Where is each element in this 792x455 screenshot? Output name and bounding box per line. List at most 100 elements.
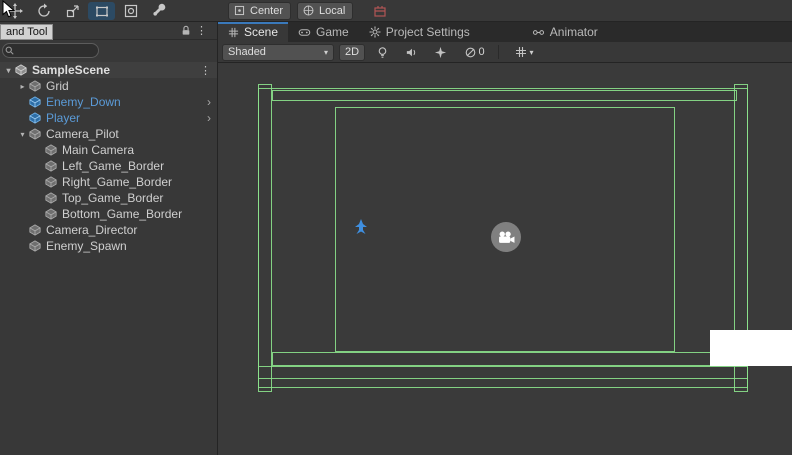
hierarchy-item-grid[interactable]: ▸ Grid bbox=[0, 78, 217, 94]
scene-effects-button[interactable] bbox=[428, 44, 452, 61]
hierarchy-item-right-game-border[interactable]: Right_Game_Border bbox=[0, 174, 217, 190]
item-label: Main Camera bbox=[62, 143, 135, 157]
rotate-tool-icon bbox=[37, 3, 50, 17]
scale-tool-icon bbox=[66, 4, 79, 17]
orientation-mode-label: Local bbox=[319, 4, 346, 17]
item-label: Right_Game_Border bbox=[62, 175, 173, 189]
expanded-arrow-icon[interactable]: ▾ bbox=[16, 130, 29, 139]
gameobject-icon bbox=[29, 80, 42, 93]
item-label: Enemy_Down bbox=[46, 95, 121, 109]
tab-scene[interactable]: Scene bbox=[218, 22, 289, 42]
rotate-tool-button[interactable] bbox=[30, 2, 57, 20]
hierarchy-item-main-camera[interactable]: Main Camera bbox=[0, 142, 217, 158]
prefab-open-chevron-icon[interactable]: › bbox=[207, 111, 211, 125]
scene-visibility-button[interactable]: 0 bbox=[457, 44, 491, 61]
hierarchy-header: and Tool ⋮ bbox=[0, 22, 217, 40]
expanded-arrow-icon[interactable]: ▾ bbox=[2, 66, 15, 75]
collapsed-arrow-icon[interactable]: ▸ bbox=[16, 82, 29, 91]
camera-icon bbox=[498, 230, 514, 243]
camera-gizmo[interactable] bbox=[491, 222, 521, 252]
player-sprite[interactable] bbox=[353, 218, 369, 235]
item-label: Left_Game_Border bbox=[62, 159, 165, 173]
main-toolbar: Center Local bbox=[0, 0, 792, 22]
item-label: Top_Game_Border bbox=[62, 191, 164, 205]
2d-label: 2D bbox=[345, 46, 360, 58]
tab-label: Scene bbox=[244, 25, 279, 39]
panel-menu-icon[interactable]: ⋮ bbox=[196, 24, 207, 37]
gameobject-icon bbox=[45, 208, 58, 221]
hierarchy-item-bottom-game-border[interactable]: Bottom_Game_Border bbox=[0, 206, 217, 222]
hierarchy-item-left-game-border[interactable]: Left_Game_Border bbox=[0, 158, 217, 174]
scene-options-icon[interactable]: ⋮ bbox=[200, 64, 211, 77]
speaker-icon bbox=[406, 48, 415, 56]
orientation-mode-button[interactable]: Local bbox=[297, 1, 354, 20]
gameobject-icon bbox=[45, 160, 58, 173]
hierarchy-item-camera-director[interactable]: Camera_Director bbox=[0, 222, 217, 238]
transform-tool-icon bbox=[124, 4, 137, 17]
tab-game[interactable]: Game bbox=[288, 22, 359, 42]
bottom-outer-border-gizmo bbox=[258, 366, 748, 379]
snap-settings-button[interactable] bbox=[366, 2, 393, 20]
2d-toggle-button[interactable]: 2D bbox=[339, 43, 366, 61]
prefab-icon bbox=[29, 112, 42, 125]
lock-icon[interactable] bbox=[181, 25, 191, 36]
hierarchy-item-camera-pilot[interactable]: ▾ Camera_Pilot bbox=[0, 126, 217, 142]
hidden-objects-count: 0 bbox=[478, 46, 485, 58]
gear-icon bbox=[369, 26, 381, 38]
rect-tool-button[interactable] bbox=[88, 1, 115, 20]
gameobject-icon bbox=[45, 192, 58, 205]
hierarchy-search-input[interactable] bbox=[2, 42, 99, 58]
tab-label: Game bbox=[316, 25, 349, 39]
white-overlay-box bbox=[710, 330, 792, 366]
custom-tool-button[interactable] bbox=[146, 2, 173, 20]
search-icon bbox=[5, 46, 14, 55]
mouse-cursor-icon bbox=[2, 0, 16, 18]
top-game-border-gizmo bbox=[272, 90, 737, 101]
scene-icon bbox=[15, 64, 28, 77]
gameobject-icon bbox=[29, 128, 42, 141]
hierarchy-item-enemy-spawn[interactable]: Enemy_Spawn bbox=[0, 238, 217, 254]
tab-animator[interactable]: Animator bbox=[521, 22, 608, 42]
scene-view-toolbar: Shaded ▾ 2D 0 ▾ bbox=[218, 42, 792, 63]
pivot-center-icon bbox=[234, 5, 245, 16]
pivot-mode-label: Center bbox=[250, 4, 284, 17]
prefab-open-chevron-icon[interactable]: › bbox=[207, 95, 211, 109]
scene-lighting-button[interactable] bbox=[370, 44, 394, 61]
scene-audio-button[interactable] bbox=[399, 44, 423, 61]
item-label: Player bbox=[46, 111, 81, 125]
scene-view-panel: Scene Game Project Settings Animator Sha… bbox=[218, 22, 792, 455]
hierarchy-item-player[interactable]: Player › bbox=[0, 110, 217, 126]
draw-mode-dropdown[interactable]: Shaded ▾ bbox=[222, 43, 334, 61]
game-tab-icon bbox=[298, 28, 311, 36]
scene-viewport[interactable] bbox=[218, 63, 792, 455]
effects-star-icon bbox=[434, 46, 446, 58]
eye-off-icon bbox=[465, 47, 475, 57]
tab-project-settings[interactable]: Project Settings bbox=[358, 22, 480, 42]
item-label: Camera_Pilot bbox=[46, 127, 119, 141]
scene-row-samplescene[interactable]: ▾ SampleScene ⋮ bbox=[0, 62, 217, 78]
scale-tool-button[interactable] bbox=[59, 2, 86, 20]
tab-label: Project Settings bbox=[385, 25, 470, 39]
hierarchy-item-enemy-down[interactable]: Enemy_Down › bbox=[0, 94, 217, 110]
hierarchy-tree: ▾ SampleScene ⋮ ▸ Grid Enemy_Down › Play… bbox=[0, 62, 217, 254]
lightbulb-icon bbox=[378, 46, 386, 58]
hierarchy-item-top-game-border[interactable]: Top_Game_Border bbox=[0, 190, 217, 206]
gameobject-icon bbox=[45, 144, 58, 157]
scene-tab-icon bbox=[228, 27, 239, 37]
chevron-down-icon: ▾ bbox=[323, 47, 328, 57]
grid-icon bbox=[515, 47, 526, 57]
wrench-icon bbox=[152, 3, 165, 16]
pivot-mode-button[interactable]: Center bbox=[228, 1, 292, 20]
item-label: Camera_Director bbox=[46, 223, 138, 237]
bottom-game-border-gizmo bbox=[272, 352, 737, 366]
chevron-down-icon: ▾ bbox=[529, 47, 534, 57]
grid-visibility-dropdown[interactable]: ▾ bbox=[506, 44, 542, 61]
scene-label: SampleScene bbox=[32, 63, 111, 77]
gameobject-icon bbox=[45, 176, 58, 189]
local-axis-icon bbox=[303, 5, 314, 16]
draw-mode-label: Shaded bbox=[228, 46, 266, 58]
transform-tool-button[interactable] bbox=[117, 2, 144, 20]
rect-tool-icon bbox=[95, 6, 108, 16]
hierarchy-search-row bbox=[0, 40, 217, 60]
hierarchy-panel: and Tool ⋮ ▾ SampleScene ⋮ ▸ Grid Enemy_… bbox=[0, 22, 218, 455]
